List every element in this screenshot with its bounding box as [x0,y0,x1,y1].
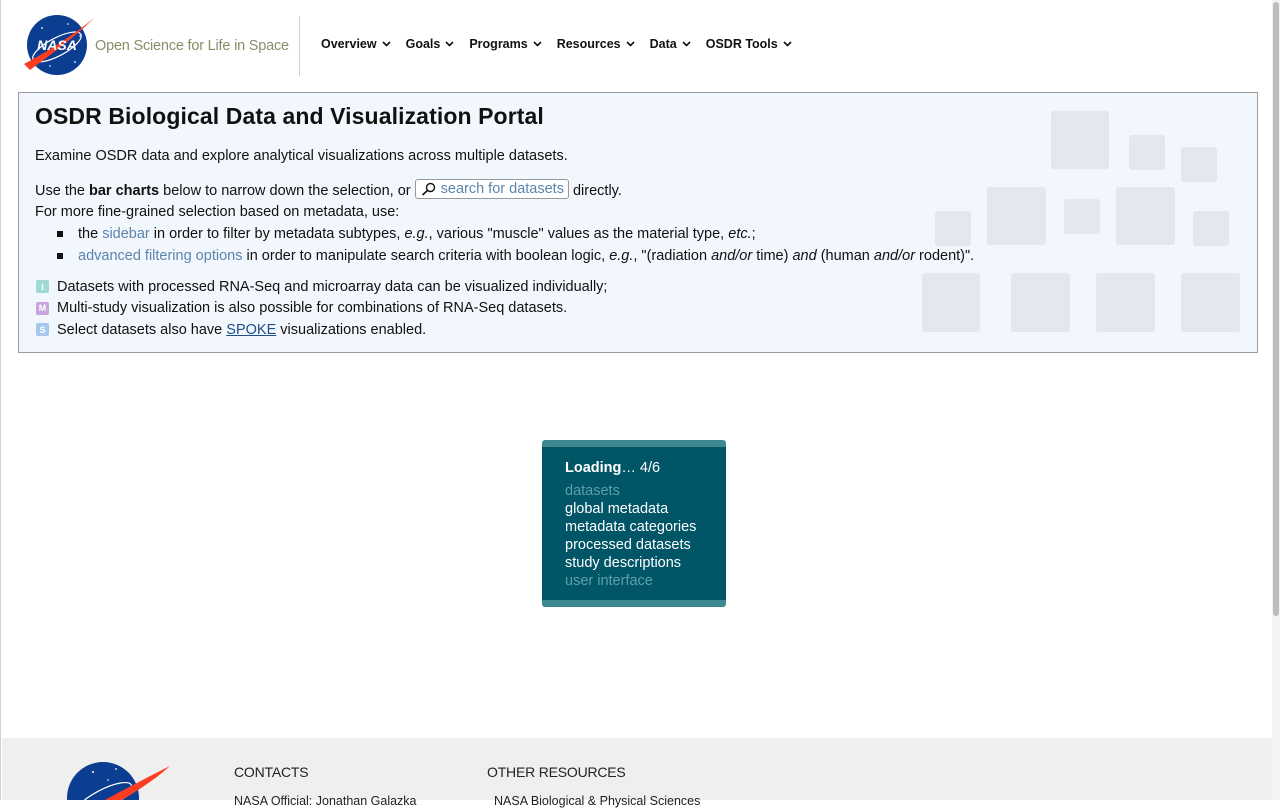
legend-item-individual: I Datasets with processed RNA-Seq and mic… [35,276,607,298]
bar-charts-emphasis: bar charts [89,182,160,199]
nav-programs[interactable]: Programs [469,37,542,51]
svg-text:NASA: NASA [37,37,77,53]
loading-step: global metadata [565,501,669,517]
text: etc. [728,226,752,242]
nav-label: OSDR Tools [705,37,778,51]
header-divider [299,16,300,76]
scrollbar-thumb[interactable] [1273,2,1279,616]
page-title: OSDR Biological Data and Visualization P… [35,103,544,129]
loading-title: Loading… 4/6 [565,460,726,482]
text: rodent)". [915,248,975,264]
chevron-down-icon [783,41,792,47]
site-footer: CONTACTS NASA Official: Jonathan Galazka… [2,738,1272,808]
nasa-logo-icon: NASA [20,14,96,78]
text: directly. [568,182,622,199]
page-left-border [0,0,1,800]
nav-goals[interactable]: Goals [406,37,455,51]
sidebar-link[interactable]: sidebar [102,226,150,242]
list-item: advanced filtering options in order to m… [35,245,974,267]
search-icon [421,182,435,196]
site-name: Open Science for Life in Space [95,38,289,54]
loading-label: Loading [565,460,622,476]
text: , "(radiation [633,248,712,264]
intro-barchart-line: Use the bar charts below to narrow down … [35,179,622,201]
legend-text: Multi-study visualization is also possib… [57,300,568,317]
individual-badge-icon: I [36,280,49,294]
nav-resources[interactable]: Resources [557,37,635,51]
nav-label: Resources [556,37,621,51]
nav-osdr-tools[interactable]: OSDR Tools [706,37,792,51]
spoke-link[interactable]: SPOKE [226,322,276,338]
footer-resource-link[interactable]: NASA Biological & Physical Sciences [494,794,700,808]
list-item: the sidebar in order to filter by metada… [35,223,974,245]
text: in order to manipulate search criteria w… [242,248,610,264]
text: e.g. [404,226,429,242]
footer-contact-link[interactable]: NASA Official: Jonathan Galazka [234,794,417,808]
footer-resources-heading: OTHER RESOURCES [487,764,626,780]
chevron-down-icon [682,41,691,47]
text: and/or [873,248,916,264]
legend-text: Datasets with processed RNA-Seq and micr… [57,278,608,295]
intro-panel: OSDR Biological Data and Visualization P… [18,92,1258,353]
advanced-filtering-link[interactable]: advanced filtering options [78,248,242,264]
loading-step: datasets [565,483,620,499]
text: e.g. [609,248,634,264]
text: below to narrow down the selection, or [159,182,415,199]
loading-step: user interface [565,573,653,589]
intro-subtitle: Examine OSDR data and explore analytical… [35,148,568,164]
selection-methods-list: the sidebar in order to filter by metada… [35,223,974,267]
chevron-down-icon [533,41,542,47]
text: and/or [711,248,753,264]
main-nav: Overview Goals Programs Resources Data O… [321,37,807,51]
visualization-legend: I Datasets with processed RNA-Seq and mic… [35,276,607,341]
loading-step: processed datasets [565,537,691,553]
loading-progress: … 4/6 [621,460,661,476]
text: Use the [35,182,89,199]
site-logo[interactable]: NASA Open Science for Life in Space [20,14,289,78]
nav-label: Data [649,37,677,51]
loading-step: study descriptions [565,555,682,571]
footer-nasa-logo-icon[interactable] [38,760,178,800]
text: time) [752,248,793,264]
intro-metadata-line: For more fine-grained selection based on… [35,204,400,220]
text: in order to filter by metadata subtypes, [149,226,405,242]
legend-text: Select datasets also have [57,321,223,338]
text: (human [816,248,874,264]
chevron-down-icon [626,41,635,47]
nav-label: Programs [469,37,528,51]
search-datasets-button[interactable]: search for datasets [414,179,569,199]
page-scrollbar[interactable] [1272,0,1280,800]
loading-step: metadata categories [565,519,697,535]
search-datasets-label: search for datasets [440,181,564,197]
footer-contacts-heading: CONTACTS [234,764,309,780]
spoke-badge-icon: S [36,323,49,337]
text: and [792,248,817,264]
nav-label: Goals [405,37,441,51]
text: the [78,226,103,242]
nav-overview[interactable]: Overview [321,37,391,51]
text: ; [751,226,756,242]
text: , various "muscle" values as the materia… [428,226,729,242]
loading-dialog: Loading… 4/6 datasets global metadata me… [542,440,726,607]
legend-item-multi: M Multi-study visualization is also possi… [35,298,607,320]
nav-data[interactable]: Data [650,37,691,51]
chevron-down-icon [382,41,391,47]
legend-item-spoke: S Select datasets also have SPOKE visuali… [35,319,607,341]
legend-text: visualizations enabled. [280,321,427,338]
site-header: NASA Open Science for Life in Space Over… [0,0,1272,92]
chevron-down-icon [445,41,454,47]
nav-label: Overview [321,37,377,51]
multi-badge-icon: M [36,301,49,315]
